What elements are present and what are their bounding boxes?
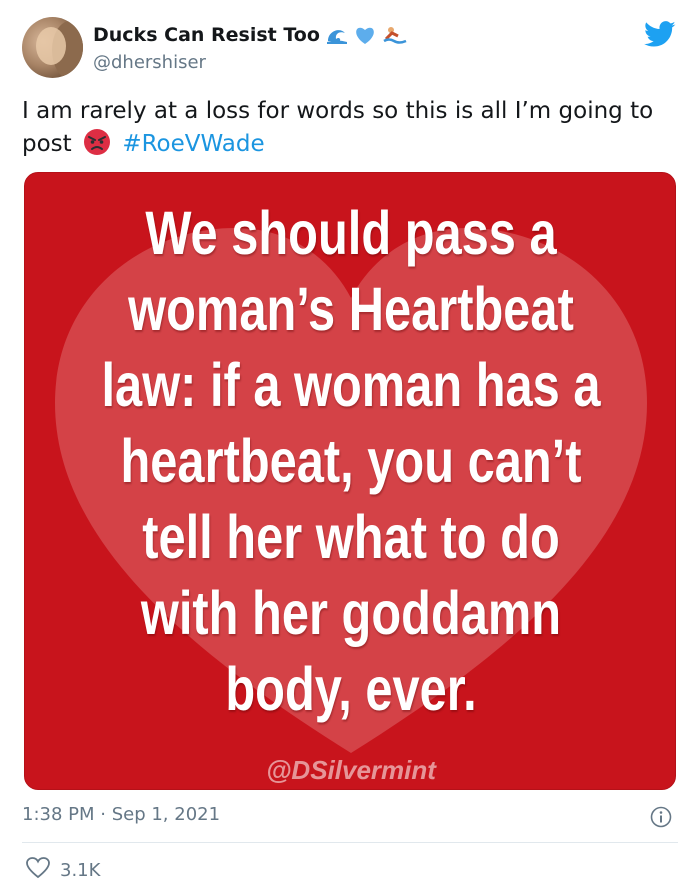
like-button[interactable]: 3.1K <box>26 857 100 884</box>
tweet-body: I am rarely at a loss for words so this … <box>22 98 654 157</box>
quote-line: woman’s Heartbeat <box>128 275 574 343</box>
tweet-timestamp[interactable]: 1:38 PM · Sep 1, 2021 <box>22 804 220 825</box>
handle[interactable]: @dhershiser <box>93 52 206 73</box>
blue-heart-icon <box>354 25 376 45</box>
angry-face-icon <box>83 128 111 166</box>
swimmer-icon <box>382 25 408 45</box>
quote-line: We should pass a <box>145 199 557 267</box>
quote-line: law: if a woman has a <box>101 351 601 419</box>
tweet-header: Ducks Can Resist Too @dhershiser <box>22 17 682 81</box>
image-quote: We should pass a woman’s Heartbeat law: … <box>90 195 612 727</box>
avatar[interactable] <box>22 17 83 78</box>
info-icon[interactable] <box>650 806 672 832</box>
wave-icon <box>326 25 348 45</box>
display-name[interactable]: Ducks Can Resist Too <box>93 24 320 46</box>
image-watermark: @DSilvermint <box>266 755 436 785</box>
heart-icon[interactable] <box>26 857 50 884</box>
quote-line: with her goddamn <box>140 579 562 647</box>
quote-line: heartbeat, you can’t <box>120 427 582 495</box>
quote-line: tell her what to do <box>142 503 560 571</box>
tweet-text: I am rarely at a loss for words so this … <box>22 95 662 166</box>
hashtag-link[interactable]: #RoeVWade <box>122 131 264 157</box>
twitter-bird-icon[interactable] <box>644 21 676 52</box>
divider <box>22 842 678 843</box>
tweet-image[interactable]: We should pass a woman’s Heartbeat law: … <box>24 172 676 790</box>
quote-line: body, ever. <box>225 655 477 723</box>
like-count: 3.1K <box>60 860 101 881</box>
name-row: Ducks Can Resist Too <box>93 22 408 48</box>
